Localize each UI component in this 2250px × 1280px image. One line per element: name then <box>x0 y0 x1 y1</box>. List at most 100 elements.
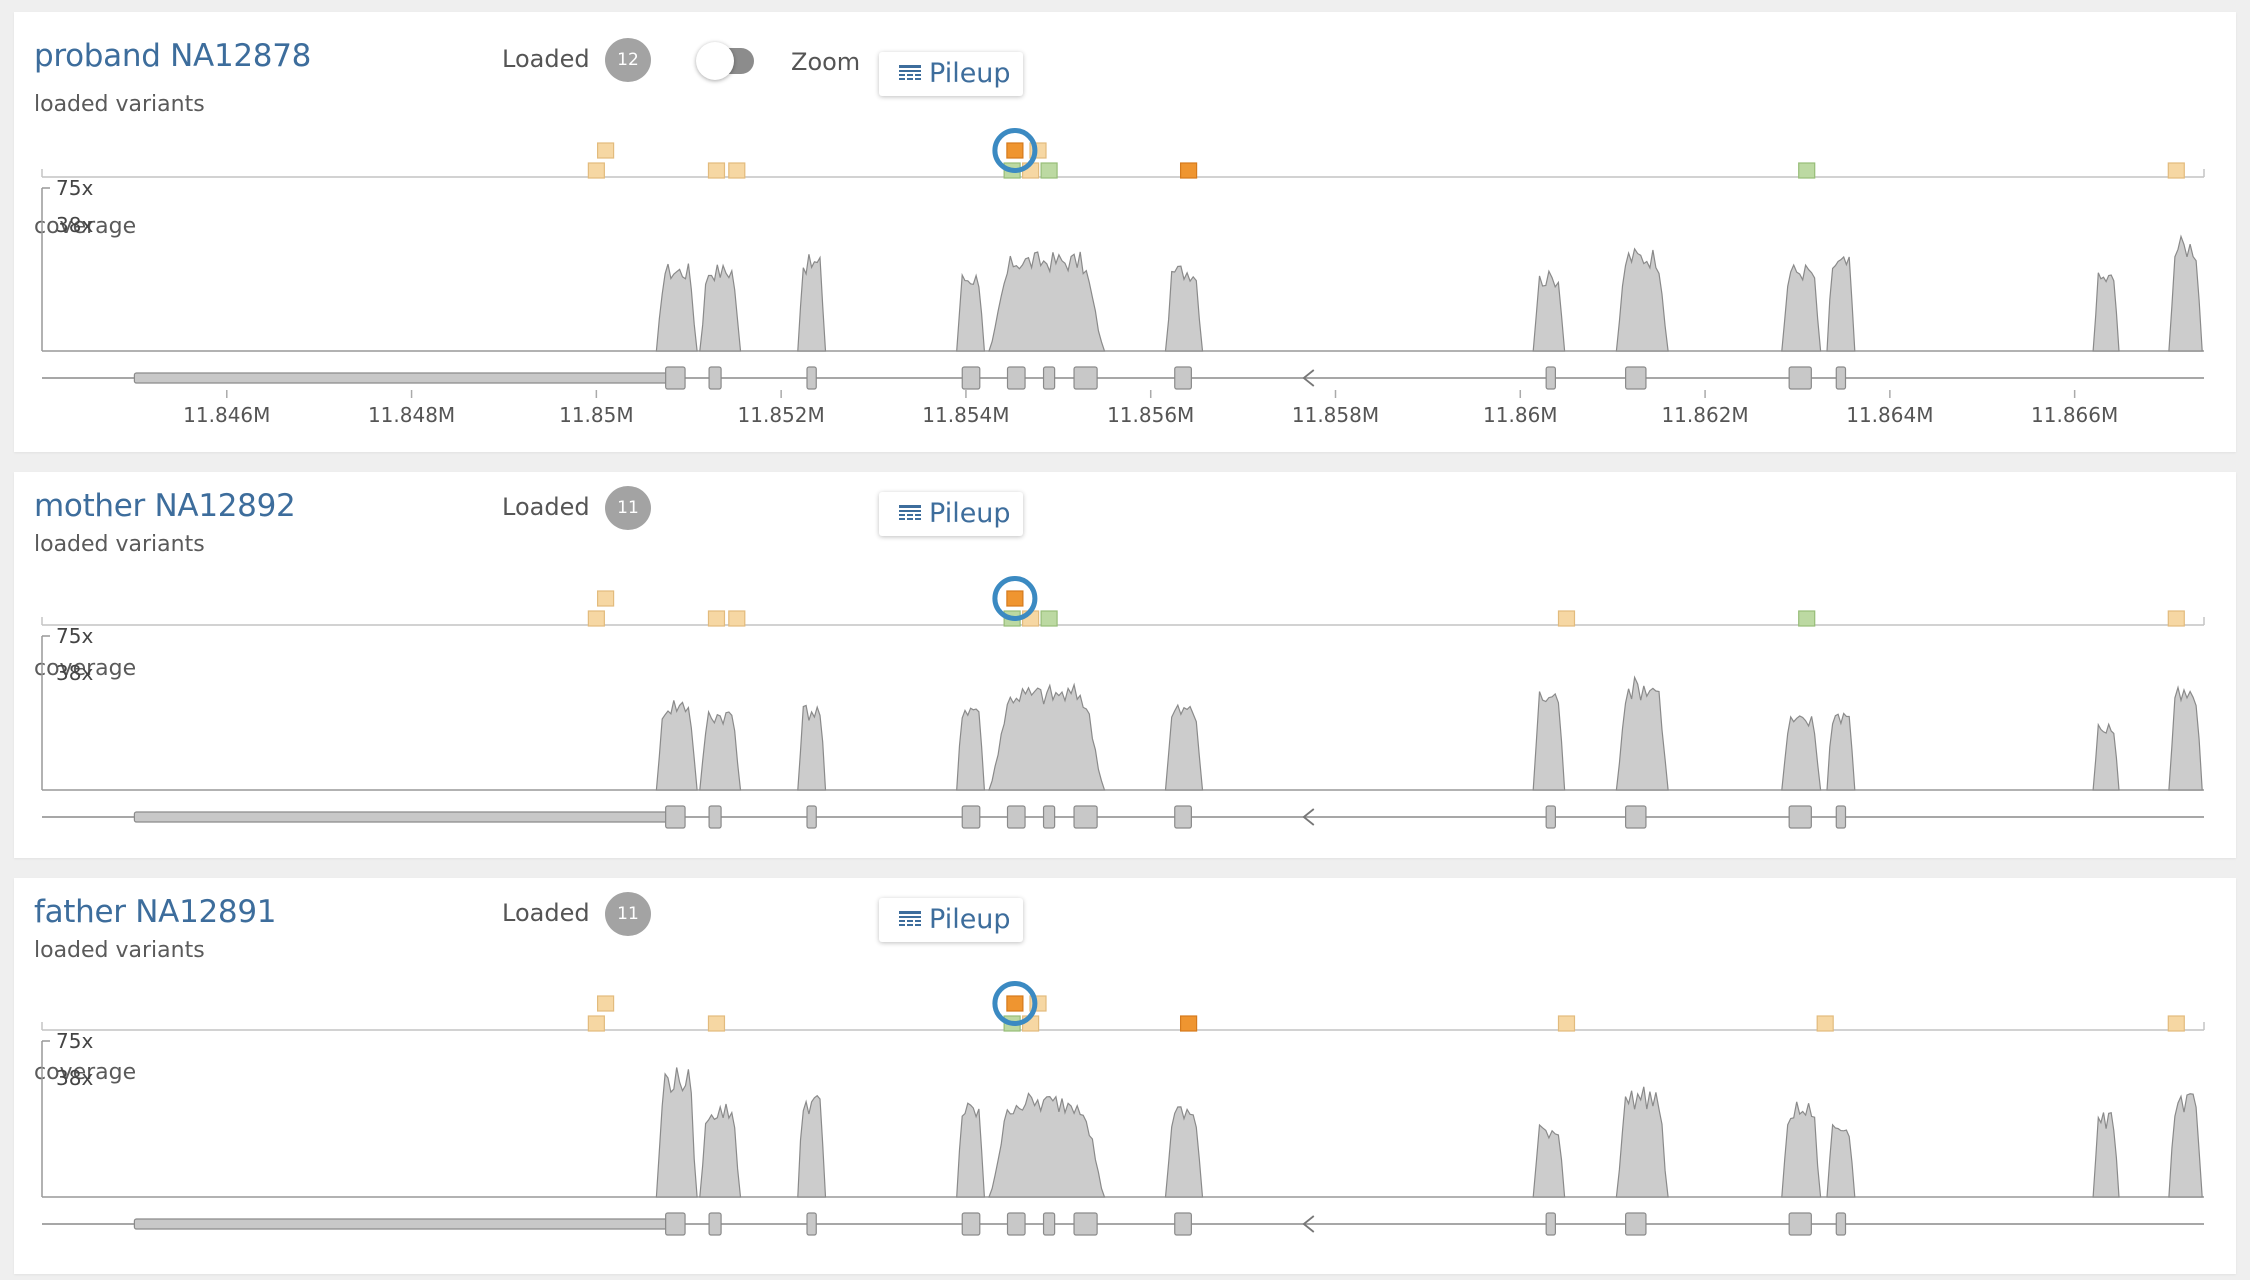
variant-marker[interactable] <box>1179 162 1198 179</box>
variant-marker[interactable] <box>596 995 615 1012</box>
gene-exon <box>961 805 981 829</box>
variant-marker[interactable] <box>707 610 726 627</box>
coverage-max-label: 75x <box>56 1029 93 1053</box>
coverage-mid-label: 38x <box>56 213 93 237</box>
axis-tick-label: 11.866M <box>2031 403 2118 427</box>
variant-marker[interactable] <box>1557 610 1576 627</box>
coverage-max-label: 75x <box>56 624 93 648</box>
axis-tick-label: 11.85M <box>559 403 634 427</box>
gene-exon <box>1006 805 1026 829</box>
coverage-peak <box>1532 691 1566 791</box>
gene-exon <box>708 805 722 829</box>
coverage-peak <box>1781 263 1822 352</box>
variant-marker[interactable] <box>2167 610 2185 627</box>
gene-exon <box>665 366 686 390</box>
genome-track-proband[interactable]: 75x 38x 11.846M 11.848M 11.85M 11.852M 11.854M… <box>14 12 2236 452</box>
gene-exon <box>1545 366 1556 390</box>
variant-marker[interactable] <box>596 590 615 607</box>
axis-tick-label: 11.856M <box>1107 403 1194 427</box>
variant-marker[interactable] <box>707 162 726 179</box>
coverage-peak <box>1615 247 1669 352</box>
gene-exon <box>1006 366 1026 390</box>
gene-exon <box>1042 805 1056 829</box>
coverage-peak <box>956 1102 986 1198</box>
coverage-peak <box>1826 1123 1856 1198</box>
gene-exon <box>1835 805 1847 829</box>
coverage-peak <box>2168 1093 2203 1198</box>
gene-exon <box>961 1212 981 1236</box>
genome-track-mother[interactable]: 75x 38x <box>14 472 2236 858</box>
gene-exon <box>1835 366 1847 390</box>
variant-marker[interactable] <box>1798 610 1816 627</box>
gene-exon <box>1073 805 1098 829</box>
variant-marker[interactable] <box>1816 1015 1834 1032</box>
axis-tick-label: 11.854M <box>922 403 1009 427</box>
gene-utr <box>133 372 671 384</box>
variant-marker[interactable] <box>2167 162 2185 179</box>
variant-marker[interactable] <box>707 1015 726 1032</box>
gene-exon <box>1545 1212 1556 1236</box>
axis-tick-label: 11.848M <box>368 403 455 427</box>
coverage-peak <box>2168 234 2203 352</box>
variant-marker[interactable] <box>1006 590 1024 607</box>
coverage-mid-label: 38x <box>56 1066 93 1090</box>
coverage-peak <box>1615 1086 1669 1198</box>
axis-tick-label: 11.858M <box>1292 403 1379 427</box>
coverage-peak <box>1164 1106 1204 1198</box>
variant-marker[interactable] <box>587 162 605 179</box>
variant-marker[interactable] <box>1798 162 1816 179</box>
axis-tick-label: 11.864M <box>1846 403 1933 427</box>
coverage-peak <box>699 709 742 791</box>
coverage-peak <box>1826 712 1856 791</box>
coverage-peak <box>1826 255 1856 352</box>
gene-exon <box>1073 366 1098 390</box>
coverage-mid-label: 38x <box>56 661 93 685</box>
coverage-peak <box>2092 722 2120 791</box>
gene-exon <box>1788 1212 1812 1236</box>
genome-track-father[interactable]: 75x 38x <box>14 878 2236 1274</box>
coverage-peak <box>797 1094 827 1198</box>
variant-marker[interactable] <box>1006 142 1024 159</box>
coverage-peak <box>2168 685 2203 791</box>
gene-exon <box>1835 1212 1847 1236</box>
variant-marker[interactable] <box>587 610 605 627</box>
variant-marker[interactable] <box>1006 995 1024 1012</box>
coverage-peak <box>1781 715 1822 791</box>
coverage-peak <box>797 254 827 352</box>
sample-card-proband: proband NA12878 Loaded 12 Zoom Pileup lo… <box>14 12 2236 452</box>
sample-card-father: father NA12891 Loaded 11 Pileup loaded v… <box>14 878 2236 1274</box>
variant-marker[interactable] <box>728 162 746 179</box>
axis-tick-label: 11.846M <box>183 403 270 427</box>
gene-exon <box>1788 366 1812 390</box>
gene-utr <box>133 811 671 823</box>
axis-tick-label: 11.86M <box>1483 403 1558 427</box>
gene-exon <box>806 1212 817 1236</box>
gene-exon <box>708 366 722 390</box>
coverage-peak <box>655 1067 698 1198</box>
variant-marker[interactable] <box>596 142 615 159</box>
gene-exon <box>1174 1212 1192 1236</box>
coverage-peak <box>988 682 1106 791</box>
gene-utr <box>133 1218 671 1230</box>
variant-marker[interactable] <box>587 1015 605 1032</box>
gene-exon <box>1006 1212 1026 1236</box>
gene-exon <box>1042 1212 1056 1236</box>
variant-marker[interactable] <box>2167 1015 2185 1032</box>
variant-marker[interactable] <box>728 610 746 627</box>
variant-marker[interactable] <box>1557 1015 1576 1032</box>
gene-exon <box>1174 805 1192 829</box>
variant-marker[interactable] <box>1179 1015 1198 1032</box>
sample-card-mother: mother NA12892 Loaded 11 Pileup loaded v… <box>14 472 2236 858</box>
gene-exon <box>1788 805 1812 829</box>
variant-marker[interactable] <box>1040 610 1058 627</box>
gene-exon <box>1625 1212 1647 1236</box>
coverage-peak <box>1532 269 1566 352</box>
gene-exon <box>1545 805 1556 829</box>
gene-exon <box>708 1212 722 1236</box>
gene-exon <box>806 805 817 829</box>
gene-exon <box>1042 366 1056 390</box>
variant-marker[interactable] <box>1040 162 1058 179</box>
axis-tick-label: 11.852M <box>738 403 825 427</box>
coverage-peak <box>988 251 1106 352</box>
coverage-peak <box>1781 1101 1822 1198</box>
